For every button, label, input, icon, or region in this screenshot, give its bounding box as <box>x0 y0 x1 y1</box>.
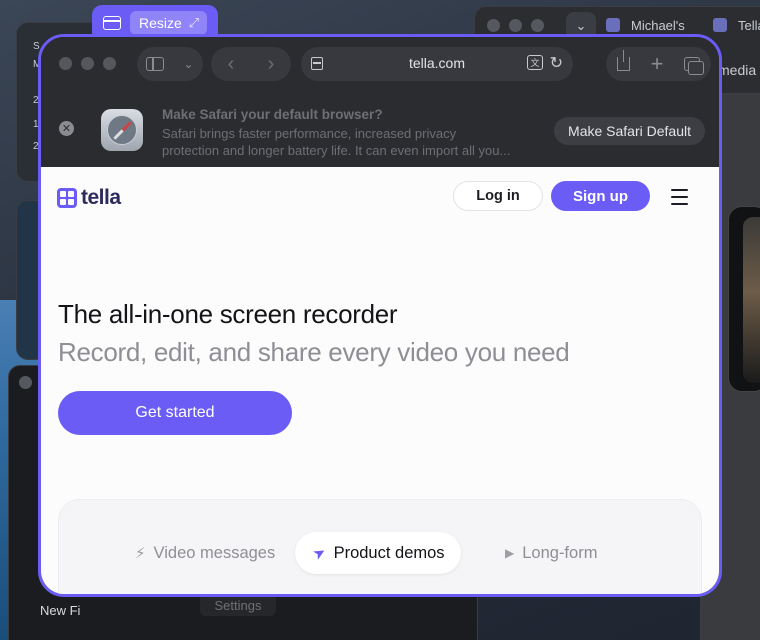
signup-button[interactable]: Sign up <box>551 181 650 211</box>
bg-media-text: media <box>718 62 757 78</box>
minimize-window-button[interactable] <box>81 57 94 70</box>
close-window-button[interactable] <box>59 57 72 70</box>
bg-traffic-lights <box>19 376 32 389</box>
dismiss-banner-close-icon[interactable]: ✕ <box>59 121 74 136</box>
safari-compass-icon <box>101 109 143 151</box>
toolbar-actions: + <box>606 47 711 81</box>
banner-body-line: Safari brings faster performance, increa… <box>162 126 457 141</box>
back-arrow-icon[interactable]: ‹ <box>228 54 235 74</box>
tella-webpage: tella Log in Sign up The all-in-one scre… <box>41 167 719 594</box>
play-icon: ▶ <box>505 546 515 560</box>
zoom-window-button[interactable] <box>103 57 116 70</box>
sidebar-toggle-button[interactable]: ⌄ <box>137 47 203 81</box>
new-tab-icon[interactable]: + <box>651 53 664 75</box>
bg-traffic-lights <box>487 19 544 32</box>
bg-new-label: New Fi <box>40 603 81 618</box>
tab-video-messages[interactable]: ⚡︎ Video messages <box>135 532 275 574</box>
tab-label: Long-form <box>522 543 598 562</box>
safari-window[interactable]: ⌄ ‹ › tella.com 文 ↻ + ✕ Make Safari your… <box>38 34 722 597</box>
banner-body-line: protection and longer battery life. It c… <box>162 143 511 158</box>
tab-label: Product demos <box>333 543 445 562</box>
banner-title: Make Safari your default browser? <box>162 107 383 122</box>
browser-toolbar: ⌄ ‹ › tella.com 文 ↻ + <box>41 37 719 93</box>
default-browser-banner: ✕ Make Safari your default browser? Safa… <box>41 93 719 167</box>
traffic-lights <box>59 57 116 70</box>
tab-overview-icon[interactable] <box>684 57 705 75</box>
share-icon[interactable] <box>616 50 630 71</box>
hero-title: The all-in-one screen recorder <box>58 299 398 329</box>
resize-label: Resize <box>139 15 182 31</box>
resize-button[interactable]: Resize ⤢ <box>130 11 208 35</box>
address-bar[interactable]: tella.com 文 ↻ <box>301 47 573 81</box>
bg-settings-button[interactable]: Settings <box>200 594 276 616</box>
window-icon <box>103 16 121 30</box>
bg-tella-tab-icon <box>713 18 727 32</box>
login-button[interactable]: Log in <box>453 181 543 211</box>
expand-arrows-icon: ⤢ <box>188 15 200 30</box>
tella-logo[interactable]: tella <box>57 186 121 210</box>
translate-icon[interactable]: 文 <box>527 55 543 70</box>
logo-text: tella <box>81 186 121 209</box>
sidebar-icon <box>146 57 165 71</box>
tab-product-demos[interactable]: ➤ Product demos <box>295 532 461 574</box>
bg-tab-label[interactable]: Michael's <box>631 18 685 33</box>
forward-arrow-icon[interactable]: › <box>268 54 275 74</box>
tab-label: Video messages <box>153 543 276 562</box>
background-phone-window[interactable] <box>728 206 760 392</box>
cursor-icon: ➤ <box>309 542 330 564</box>
use-case-tabs-panel: ⚡︎ Video messages ➤ Product demos ▶ Long… <box>58 499 702 594</box>
hamburger-menu-icon[interactable] <box>671 189 688 210</box>
bg-tab-label[interactable]: Tella <box>738 18 760 33</box>
navigation-buttons: ‹ › <box>211 47 291 81</box>
bolt-icon: ⚡︎ <box>135 545 146 562</box>
tella-logo-icon <box>57 188 77 208</box>
get-started-button[interactable]: Get started <box>58 391 292 435</box>
make-safari-default-button[interactable]: Make Safari Default <box>554 117 705 145</box>
chevron-down-icon: ⌄ <box>183 57 194 71</box>
bg-tella-tab-icon <box>606 18 620 32</box>
tab-long-form[interactable]: ▶ Long-form <box>505 532 597 574</box>
reload-icon[interactable]: ↻ <box>550 53 563 73</box>
hero-subtitle: Record, edit, and share every video you … <box>58 337 570 367</box>
banner-body: Safari brings faster performance, increa… <box>162 125 542 159</box>
